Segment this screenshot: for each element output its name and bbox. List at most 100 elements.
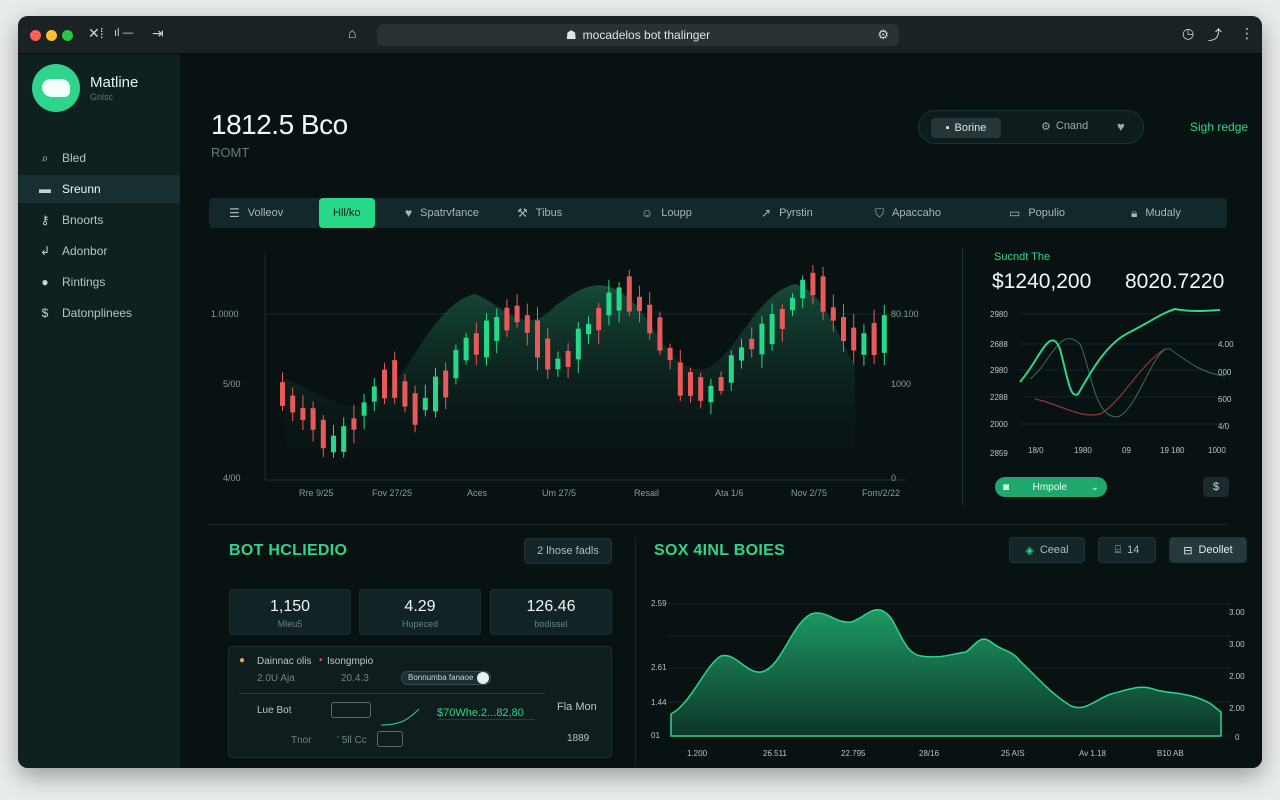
candle-body[interactable] bbox=[739, 347, 744, 361]
forward-icon[interactable]: ⇥ bbox=[152, 25, 164, 42]
sidebar-item-bnoorts[interactable]: ⚷ Bnoorts bbox=[18, 206, 180, 234]
candle-body[interactable] bbox=[820, 276, 826, 312]
candle-body[interactable] bbox=[626, 276, 632, 312]
candle-body[interactable] bbox=[463, 337, 469, 361]
candle-body[interactable] bbox=[382, 369, 387, 399]
candle-body[interactable] bbox=[718, 377, 724, 391]
candle-body[interactable] bbox=[698, 377, 704, 401]
tab-apaccaho[interactable]: ⛉ Apaccaho bbox=[875, 198, 941, 228]
candle-body[interactable] bbox=[606, 292, 612, 316]
stat-card[interactable]: 126.46 bodissel bbox=[490, 589, 612, 635]
candle-body[interactable] bbox=[412, 393, 418, 425]
candle-body[interactable] bbox=[708, 385, 714, 403]
candle-body[interactable] bbox=[351, 418, 357, 430]
maximize-window-button[interactable] bbox=[62, 30, 73, 41]
small-input[interactable] bbox=[377, 731, 403, 747]
candle-body[interactable] bbox=[320, 419, 326, 449]
sidebar-item-sreunn[interactable]: ▬ Sreunn bbox=[18, 175, 180, 203]
candle-body[interactable] bbox=[565, 350, 571, 368]
tab-mudaly[interactable]: 🔒︎ Mudaly bbox=[1131, 198, 1181, 228]
candle-body[interactable] bbox=[830, 307, 836, 321]
candle-body[interactable] bbox=[769, 313, 775, 345]
stat-card[interactable]: 1,150 Mleu5 bbox=[229, 589, 351, 635]
candlestick-chart[interactable]: 1.0000 5/00 4/00 80.100 1000 0 Rre 9/25 … bbox=[205, 244, 925, 506]
candle-body[interactable] bbox=[728, 355, 734, 383]
candle-body[interactable] bbox=[545, 338, 551, 370]
candle-body[interactable] bbox=[300, 407, 306, 421]
candle-body[interactable] bbox=[616, 287, 622, 311]
tab-hllko[interactable]: Hll/ko bbox=[319, 198, 375, 228]
candle-body[interactable] bbox=[555, 358, 561, 370]
tab-pyrstin[interactable]: ↗ Pyrstin bbox=[761, 198, 813, 228]
deollet-button[interactable]: ⊟ Deollet bbox=[1169, 537, 1247, 563]
candle-body[interactable] bbox=[392, 360, 398, 398]
candle-body[interactable] bbox=[586, 323, 591, 335]
filter-button[interactable]: ⌸ 14 bbox=[1098, 537, 1156, 563]
tab-loupp[interactable]: ☺ Loupp bbox=[641, 198, 692, 228]
ceeal-button[interactable]: ◈ Ceeal bbox=[1009, 537, 1085, 563]
tab-populio[interactable]: ▭ Populio bbox=[1009, 198, 1065, 228]
currency-button[interactable]: $ bbox=[1203, 477, 1229, 497]
sidebar-item-datonplinees[interactable]: $ Datonplinees bbox=[18, 299, 180, 327]
candle-body[interactable] bbox=[851, 327, 857, 351]
candle-body[interactable] bbox=[524, 315, 530, 333]
fanaoe-toggle[interactable]: Bonnumba fanaoe bbox=[401, 671, 491, 685]
home-icon[interactable]: ⌂ bbox=[348, 25, 356, 41]
candle-body[interactable] bbox=[871, 322, 877, 356]
candle-body[interactable] bbox=[657, 317, 663, 351]
candle-body[interactable] bbox=[881, 315, 887, 353]
candle-body[interactable] bbox=[443, 370, 449, 398]
sidebar-item-bled[interactable]: ⌕ Bled bbox=[18, 144, 180, 172]
candle-body[interactable] bbox=[514, 305, 520, 323]
stat-card[interactable]: 4.29 Hupeced bbox=[359, 589, 481, 635]
candle-body[interactable] bbox=[688, 372, 693, 396]
candle-body[interactable] bbox=[331, 435, 336, 453]
candle-body[interactable] bbox=[637, 296, 642, 312]
borine-button[interactable]: ▪ Borine bbox=[931, 118, 1001, 138]
tab-spatrvfance[interactable]: ♥ Spatrvfance bbox=[405, 198, 479, 228]
candle-body[interactable] bbox=[433, 376, 438, 412]
candle-body[interactable] bbox=[473, 333, 479, 355]
candle-body[interactable] bbox=[810, 272, 816, 296]
candle-body[interactable] bbox=[422, 397, 428, 411]
candle-body[interactable] bbox=[779, 308, 785, 330]
candle-body[interactable] bbox=[402, 381, 408, 407]
settings-icon[interactable]: ⚙ bbox=[877, 27, 889, 43]
candle-body[interactable] bbox=[290, 395, 296, 413]
cnand-button[interactable]: ⚙ Cnand bbox=[1041, 120, 1088, 133]
candle-body[interactable] bbox=[371, 386, 377, 402]
minimize-window-button[interactable] bbox=[46, 30, 57, 41]
clock-icon[interactable]: ◷ bbox=[1182, 25, 1194, 42]
heart-icon[interactable]: ♥ bbox=[1117, 119, 1125, 134]
candle-body[interactable] bbox=[749, 338, 755, 350]
brand-logo[interactable] bbox=[32, 64, 80, 112]
candle-body[interactable] bbox=[677, 362, 683, 396]
candle-body[interactable] bbox=[310, 408, 316, 430]
candle-body[interactable] bbox=[453, 349, 459, 379]
candle-body[interactable] bbox=[484, 320, 489, 358]
candle-body[interactable] bbox=[341, 426, 347, 452]
candle-body[interactable] bbox=[494, 317, 500, 341]
candle-body[interactable] bbox=[759, 323, 765, 355]
share-icon[interactable]: ⤴ bbox=[1208, 25, 1222, 45]
mini-line-chart[interactable]: 2980 2688 2980 2288 2000 2859 4.00 000 6… bbox=[990, 304, 1240, 464]
more-icon[interactable]: ⋮ bbox=[1240, 25, 1254, 42]
sidebar-toggle-icon[interactable]: ✕⁞ bbox=[88, 25, 104, 42]
tab-volleov[interactable]: ☰ Volleov bbox=[229, 198, 283, 228]
candle-body[interactable] bbox=[504, 307, 510, 331]
candle-body[interactable] bbox=[535, 320, 540, 358]
candle-body[interactable] bbox=[575, 328, 581, 360]
bot-input[interactable] bbox=[331, 702, 371, 718]
candle-body[interactable] bbox=[800, 279, 806, 299]
address-bar[interactable]: ☗ mocadelos bot thalinger ⚙ bbox=[377, 24, 899, 46]
candle-body[interactable] bbox=[841, 317, 846, 341]
tab-switch-icon[interactable]: ıl — bbox=[114, 27, 134, 39]
sidebar-item-rintings[interactable]: ● Rintings bbox=[18, 268, 180, 296]
area-chart[interactable]: 2.59 2.61 1.44 01 3.00 3.00 2.00 2.00 0 … bbox=[651, 594, 1251, 764]
candle-body[interactable] bbox=[861, 333, 867, 355]
candle-body[interactable] bbox=[667, 347, 673, 361]
sidebar-item-adonbor[interactable]: ↲ Adonbor bbox=[18, 237, 180, 265]
candle-body[interactable] bbox=[596, 307, 602, 331]
candle-body[interactable] bbox=[361, 402, 367, 416]
candle-body[interactable] bbox=[647, 304, 653, 334]
